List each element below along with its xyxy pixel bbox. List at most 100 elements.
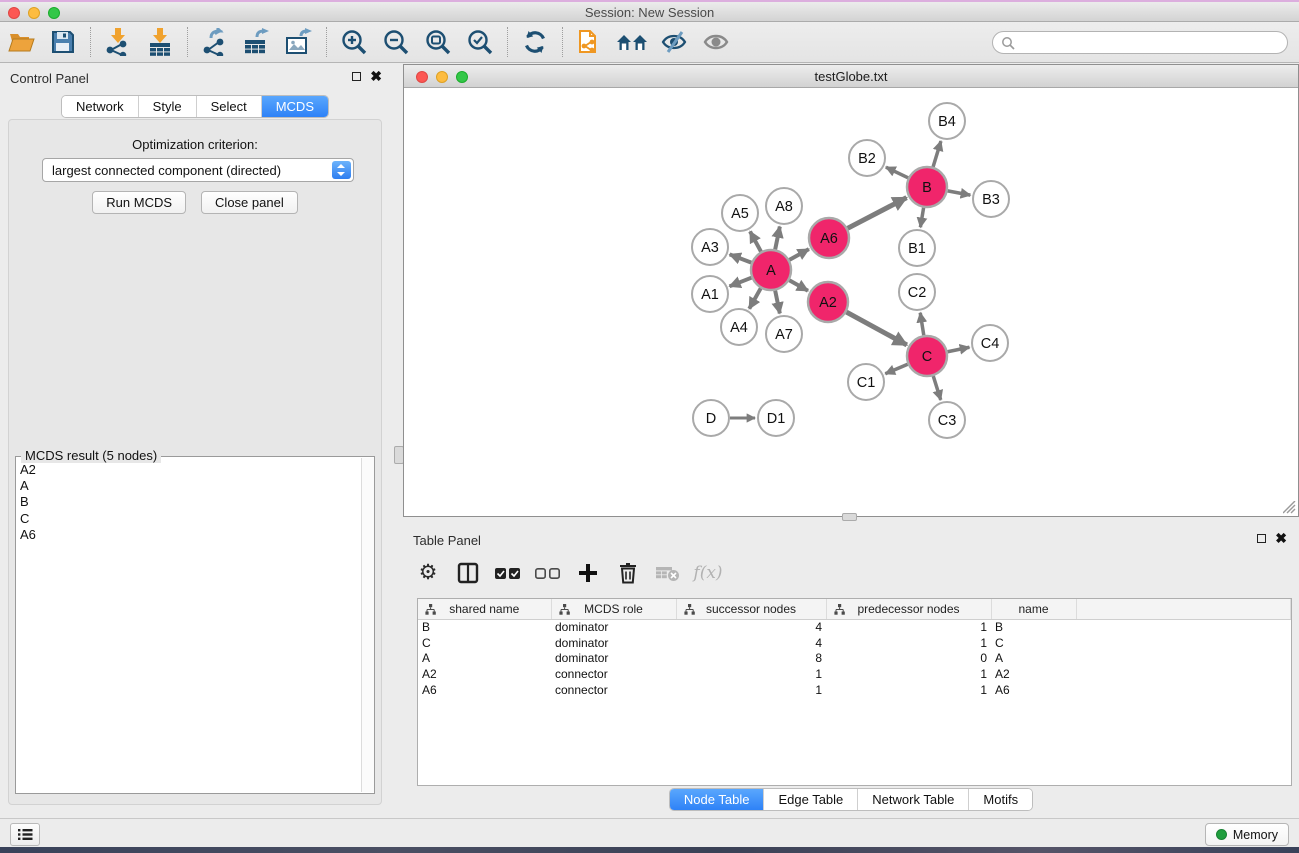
network-edge-A-A7[interactable] bbox=[775, 291, 780, 314]
function-builder-icon[interactable]: f(x) bbox=[693, 556, 723, 590]
network-node-D[interactable]: D bbox=[693, 400, 729, 436]
import-table-icon[interactable] bbox=[139, 24, 181, 60]
zoom-selected-icon[interactable] bbox=[459, 24, 501, 60]
zoom-fit-icon[interactable] bbox=[417, 24, 459, 60]
table-settings-gear-icon[interactable]: ⚙ bbox=[413, 556, 443, 590]
mcds-result-item[interactable]: B bbox=[20, 494, 360, 510]
table-row[interactable]: Adominator80A bbox=[418, 650, 1291, 666]
export-network-icon[interactable] bbox=[194, 24, 236, 60]
network-edge-A-A8[interactable] bbox=[775, 227, 780, 250]
table-row[interactable]: A6connector11A6 bbox=[418, 682, 1291, 698]
network-node-A5[interactable]: A5 bbox=[722, 195, 758, 231]
show-panels-button[interactable] bbox=[10, 823, 40, 846]
tab-style[interactable]: Style bbox=[139, 96, 197, 117]
zoom-in-icon[interactable] bbox=[333, 24, 375, 60]
network-edge-B-B4[interactable] bbox=[933, 141, 941, 167]
network-canvas[interactable]: B4B2BB3A8A5A6A3B1AC2A1A2A4A7C4CC1DC3D1 bbox=[404, 88, 1298, 516]
memory-button[interactable]: Memory bbox=[1205, 823, 1289, 846]
column-header[interactable]: name bbox=[991, 599, 1076, 619]
show-all-icon[interactable] bbox=[695, 24, 737, 60]
table-row[interactable]: A2connector11A2 bbox=[418, 666, 1291, 682]
tab-network-table[interactable]: Network Table bbox=[858, 789, 969, 810]
resize-grip-icon[interactable] bbox=[1283, 501, 1296, 514]
network-edge-B-B1[interactable] bbox=[920, 208, 923, 228]
network-node-B1[interactable]: B1 bbox=[899, 230, 935, 266]
add-column-icon[interactable] bbox=[573, 556, 603, 590]
save-session-icon[interactable] bbox=[42, 24, 84, 60]
network-edge-C-C1[interactable] bbox=[885, 364, 907, 374]
float-table-panel-icon[interactable] bbox=[1257, 534, 1266, 543]
result-list-scrollbar[interactable] bbox=[361, 458, 374, 792]
tab-node-table[interactable]: Node Table bbox=[670, 789, 765, 810]
table-row[interactable]: Cdominator41C bbox=[418, 635, 1291, 651]
network-node-C2[interactable]: C2 bbox=[899, 274, 935, 310]
network-node-C[interactable]: C bbox=[907, 336, 947, 376]
network-edge-C-C4[interactable] bbox=[948, 347, 970, 352]
run-mcds-button[interactable]: Run MCDS bbox=[92, 191, 186, 214]
network-node-B3[interactable]: B3 bbox=[973, 181, 1009, 217]
column-header[interactable]: shared name bbox=[418, 599, 551, 619]
tab-select[interactable]: Select bbox=[197, 96, 262, 117]
network-edge-A-A4[interactable] bbox=[749, 288, 760, 308]
search-field[interactable] bbox=[992, 31, 1288, 54]
first-neighbors-icon[interactable] bbox=[611, 24, 653, 60]
hide-selected-icon[interactable] bbox=[653, 24, 695, 60]
network-edge-C-C3[interactable] bbox=[933, 376, 940, 400]
search-input[interactable] bbox=[1019, 33, 1279, 52]
mcds-result-item[interactable]: A6 bbox=[20, 527, 360, 543]
new-network-icon[interactable] bbox=[569, 24, 611, 60]
tab-motifs[interactable]: Motifs bbox=[969, 789, 1032, 810]
column-header[interactable]: MCDS role bbox=[551, 599, 676, 619]
tab-network[interactable]: Network bbox=[62, 96, 139, 117]
open-file-icon[interactable] bbox=[0, 24, 42, 60]
network-node-A8[interactable]: A8 bbox=[766, 188, 802, 224]
select-all-icon[interactable] bbox=[493, 556, 523, 590]
network-edge-B-B3[interactable] bbox=[948, 191, 971, 195]
apply-layout-icon[interactable] bbox=[514, 24, 556, 60]
float-panel-icon[interactable] bbox=[352, 72, 361, 81]
mcds-result-item[interactable]: A bbox=[20, 478, 360, 494]
network-node-B4[interactable]: B4 bbox=[929, 103, 965, 139]
zoom-out-icon[interactable] bbox=[375, 24, 417, 60]
column-header[interactable]: predecessor nodes bbox=[826, 599, 991, 619]
network-node-A2[interactable]: A2 bbox=[808, 282, 848, 322]
network-edge-A-A5[interactable] bbox=[750, 231, 761, 251]
column-header[interactable]: successor nodes bbox=[676, 599, 826, 619]
network-node-B2[interactable]: B2 bbox=[849, 140, 885, 176]
network-edge-B-B2[interactable] bbox=[886, 167, 908, 178]
deselect-all-icon[interactable] bbox=[533, 556, 563, 590]
mcds-result-item[interactable]: C bbox=[20, 511, 360, 527]
import-network-icon[interactable] bbox=[97, 24, 139, 60]
network-node-B[interactable]: B bbox=[907, 167, 947, 207]
export-image-icon[interactable] bbox=[278, 24, 320, 60]
export-table-icon[interactable] bbox=[236, 24, 278, 60]
network-edge-A2-C[interactable] bbox=[846, 312, 906, 345]
network-node-A4[interactable]: A4 bbox=[721, 309, 757, 345]
network-node-A3[interactable]: A3 bbox=[692, 229, 728, 265]
table-row[interactable]: Bdominator41B bbox=[418, 619, 1291, 635]
network-node-A1[interactable]: A1 bbox=[692, 276, 728, 312]
horizontal-divider-grip[interactable] bbox=[842, 513, 857, 521]
mcds-result-item[interactable]: A2 bbox=[20, 462, 360, 478]
tab-edge-table[interactable]: Edge Table bbox=[764, 789, 858, 810]
network-node-A7[interactable]: A7 bbox=[766, 316, 802, 352]
network-edge-A-A2[interactable] bbox=[789, 280, 808, 290]
criterion-dropdown[interactable]: largest connected component (directed) bbox=[42, 158, 354, 182]
network-window-titlebar[interactable]: testGlobe.txt bbox=[404, 65, 1298, 88]
network-node-C4[interactable]: C4 bbox=[972, 325, 1008, 361]
network-edge-A-A1[interactable] bbox=[730, 278, 752, 287]
close-table-panel-icon[interactable]: ✖ bbox=[1275, 533, 1287, 543]
network-node-C1[interactable]: C1 bbox=[848, 364, 884, 400]
delete-table-icon[interactable] bbox=[653, 556, 683, 590]
network-node-D1[interactable]: D1 bbox=[758, 400, 794, 436]
network-edge-A-A3[interactable] bbox=[730, 254, 752, 262]
close-panel-icon[interactable]: ✖ bbox=[370, 71, 382, 81]
delete-column-icon[interactable] bbox=[613, 556, 643, 590]
tab-mcds[interactable]: MCDS bbox=[262, 96, 328, 117]
network-edge-A6-B[interactable] bbox=[848, 198, 907, 229]
network-edge-A-A6[interactable] bbox=[789, 249, 808, 260]
network-edge-C-C2[interactable] bbox=[920, 313, 924, 336]
close-panel-button[interactable]: Close panel bbox=[201, 191, 298, 214]
network-node-A[interactable]: A bbox=[751, 250, 791, 290]
show-columns-icon[interactable] bbox=[453, 556, 483, 590]
